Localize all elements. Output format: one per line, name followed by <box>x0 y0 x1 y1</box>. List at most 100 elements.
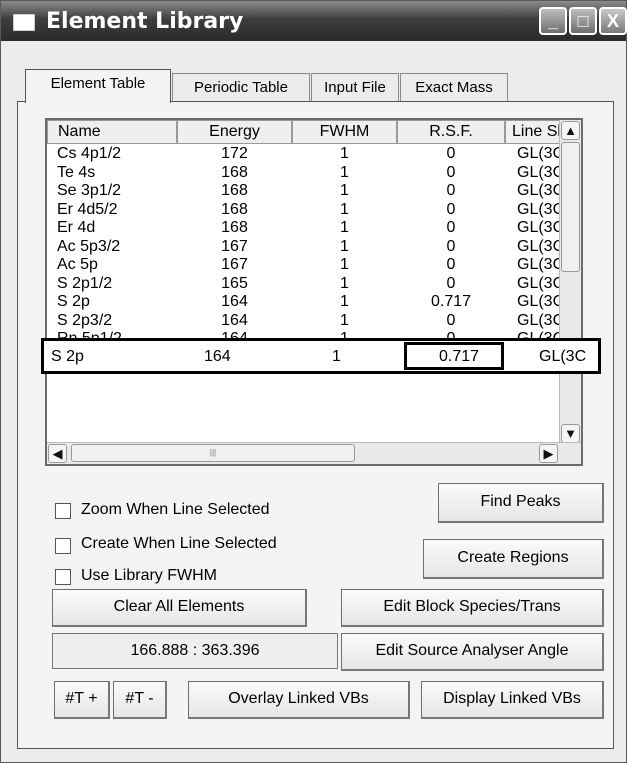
cell-fwhm: 1 <box>340 200 349 218</box>
column-header-rsf[interactable]: R.S.F. <box>397 120 505 144</box>
column-header-line-shape[interactable]: Line Sha <box>505 120 563 144</box>
element-table-list[interactable]: Name Energy FWHM R.S.F. Line Sha Cs 4p1/… <box>45 118 583 466</box>
cell-line-shape: GL(3C <box>517 293 563 310</box>
table-row[interactable]: Cs 4p1/2 172 1 0 GL(3C <box>47 145 563 163</box>
edit-block-species-button[interactable]: Edit Block Species/Trans <box>341 589 604 627</box>
selected-row-name: S 2p <box>51 348 84 365</box>
cell-name: Ac 5p3/2 <box>57 237 121 255</box>
scroll-up-icon[interactable]: ▲ <box>561 121 580 140</box>
cell-rsf: 0 <box>446 200 456 218</box>
cell-rsf: 0 <box>446 182 456 199</box>
cell-name: Cs 4p1/2 <box>57 145 122 162</box>
table-row[interactable]: S 2p3/2 164 1 0 GL(3C <box>47 311 563 330</box>
clear-all-elements-button[interactable]: Clear All Elements <box>52 589 307 627</box>
cell-rsf: 0.717 <box>430 293 472 310</box>
table-row[interactable]: S 2p 164 1 0.717 GL(3C <box>47 293 563 311</box>
column-header-energy[interactable]: Energy <box>177 120 292 144</box>
cell-energy: 167 <box>221 256 248 273</box>
title-bar[interactable]: Element Library _ □ X <box>1 1 627 41</box>
scroll-down-icon[interactable]: ▼ <box>561 424 580 443</box>
cell-name: S 2p1/2 <box>57 274 113 292</box>
cell-line-shape: GL(3C <box>517 311 563 329</box>
edit-source-analyser-angle-button[interactable]: Edit Source Analyser Angle <box>341 633 604 671</box>
cell-energy: 168 <box>221 219 248 236</box>
tab-input-file[interactable]: Input File <box>311 73 399 103</box>
zoom-when-line-selected-label: Zoom When Line Selected <box>81 501 270 518</box>
create-when-line-selected-checkbox[interactable] <box>55 538 71 554</box>
minimize-button[interactable]: _ <box>539 7 567 35</box>
cell-line-shape: GL(3C <box>517 163 563 181</box>
cell-energy: 165 <box>221 274 248 292</box>
window-title: Element Library <box>46 9 244 34</box>
cell-fwhm: 1 <box>340 219 349 236</box>
table-row[interactable]: Ac 5p 167 1 0 GL(3C <box>47 256 563 274</box>
cell-energy: 168 <box>221 182 248 199</box>
cell-energy: 172 <box>221 145 248 162</box>
cell-rsf: 0 <box>446 145 456 162</box>
vertical-scroll-thumb[interactable] <box>561 142 580 272</box>
cell-energy: 168 <box>221 163 248 181</box>
selected-row-line-shape: GL(3C <box>539 348 587 365</box>
cell-name: Er 4d5/2 <box>57 200 118 218</box>
cell-line-shape: GL(3C <box>517 237 563 255</box>
horizontal-scroll-thumb[interactable]: ||| <box>71 444 355 462</box>
table-row[interactable]: Te 4s 168 1 0 GL(3C <box>47 163 563 182</box>
element-library-window: Element Library _ □ X Element Table Peri… <box>0 0 627 763</box>
cell-rsf: 0 <box>446 311 456 329</box>
cell-energy: 164 <box>221 293 248 310</box>
display-linked-vbs-button[interactable]: Display Linked VBs <box>421 681 604 719</box>
table-row[interactable]: Ac 5p3/2 167 1 0 GL(3C <box>47 237 563 256</box>
t-plus-button[interactable]: #T + <box>54 681 110 719</box>
table-row[interactable]: Er 4d5/2 168 1 0 GL(3C <box>47 200 563 219</box>
cell-energy: 167 <box>221 237 248 255</box>
cell-fwhm: 1 <box>340 311 349 329</box>
selected-row-fwhm: 1 <box>332 348 341 365</box>
use-library-fwhm-checkbox[interactable] <box>55 569 71 585</box>
cell-fwhm: 1 <box>340 274 349 292</box>
selected-row-rsf: 0.717 <box>438 348 480 365</box>
maximize-button[interactable]: □ <box>569 7 597 35</box>
cell-fwhm: 1 <box>340 145 349 162</box>
cell-rsf: 0 <box>446 219 456 236</box>
scroll-right-icon[interactable]: ▶ <box>539 444 558 463</box>
table-row[interactable]: Se 3p1/2 168 1 0 GL(3C <box>47 182 563 200</box>
cell-fwhm: 1 <box>340 256 349 273</box>
cell-name: Ac 5p <box>57 256 98 273</box>
cell-rsf: 0 <box>446 256 456 273</box>
t-minus-button[interactable]: #T - <box>113 681 167 719</box>
cell-fwhm: 1 <box>340 237 349 255</box>
close-button[interactable]: X <box>599 7 627 35</box>
table-row[interactable]: S 2p1/2 165 1 0 GL(3C <box>47 274 563 293</box>
use-library-fwhm-label: Use Library FWHM <box>81 567 218 584</box>
table-row[interactable]: Er 4d 168 1 0 GL(3C <box>47 219 563 237</box>
column-header-fwhm[interactable]: FWHM <box>292 120 397 144</box>
cell-line-shape: GL(3C <box>517 182 563 199</box>
selected-row-energy: 164 <box>204 348 231 365</box>
cell-fwhm: 1 <box>340 163 349 181</box>
tab-exact-mass[interactable]: Exact Mass <box>400 73 508 103</box>
scroll-left-icon[interactable]: ◀ <box>48 444 67 463</box>
zoom-when-line-selected-checkbox[interactable] <box>55 503 71 519</box>
cell-line-shape: GL(3C <box>517 219 563 236</box>
selected-row-highlight[interactable]: S 2p 164 1 0.717 GL(3C <box>41 338 601 374</box>
cell-name: Er 4d <box>57 219 96 236</box>
cell-energy: 164 <box>221 311 248 329</box>
column-header-name[interactable]: Name <box>47 120 177 144</box>
cell-name: Te 4s <box>57 163 96 181</box>
vertical-scrollbar[interactable]: ▲ ▼ <box>559 120 581 446</box>
cell-line-shape: GL(3C <box>517 145 563 162</box>
cell-name: S 2p <box>57 293 90 310</box>
cell-rsf: 0 <box>446 237 456 255</box>
tab-element-table[interactable]: Element Table <box>25 69 171 103</box>
cell-line-shape: GL(3C <box>517 200 563 218</box>
tab-periodic-table[interactable]: Periodic Table <box>172 73 310 103</box>
cell-name: S 2p3/2 <box>57 311 113 329</box>
horizontal-scrollbar[interactable]: ◀ ||| ▶ <box>47 442 581 464</box>
coordinate-readout: 166.888 : 363.396 <box>52 633 338 669</box>
create-when-line-selected-label: Create When Line Selected <box>81 535 277 552</box>
cell-energy: 168 <box>221 200 248 218</box>
create-regions-button[interactable]: Create Regions <box>423 539 604 579</box>
overlay-linked-vbs-button[interactable]: Overlay Linked VBs <box>188 681 410 719</box>
find-peaks-button[interactable]: Find Peaks <box>438 483 604 523</box>
cell-line-shape: GL(3C <box>517 256 563 273</box>
